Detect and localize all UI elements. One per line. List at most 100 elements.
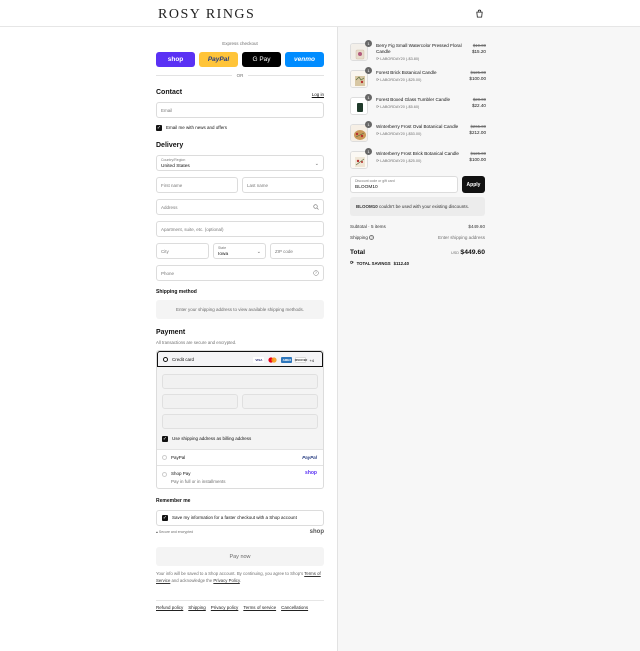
discount-code-text: LABORDAY20 (-$3.80) — [380, 57, 420, 61]
payment-subtitle: All transactions are secure and encrypte… — [156, 340, 237, 345]
credit-card-radio[interactable] — [163, 357, 168, 362]
credit-card-option[interactable]: Credit card VISA AMEX DISCOVER +4 — [157, 351, 323, 367]
payment-methods: Credit card VISA AMEX DISCOVER +4 ✓ Use … — [156, 350, 324, 489]
secure-note: 🔒︎ Secure and encrypted — [156, 530, 193, 534]
lock-icon: 🔒︎ — [156, 530, 158, 534]
express-checkout-label: Express checkout — [222, 41, 258, 46]
subtotal-value: $449.60 — [468, 224, 485, 229]
shipping-value: Enter shipping address — [438, 235, 485, 240]
shop-pay-radio[interactable] — [162, 472, 167, 477]
paypal-radio[interactable] — [162, 455, 167, 460]
help-icon[interactable]: ? — [369, 235, 375, 240]
discount-code-text: LABORDAY20 (-$25.00) — [380, 78, 422, 82]
security-code-field[interactable] — [242, 394, 318, 409]
discount-code-text: LABORDAY20 (-$53.00) — [380, 132, 422, 136]
pay-now-button[interactable]: Pay now — [156, 547, 324, 566]
shipping-row: Shipping ? Enter shipping address — [350, 235, 485, 240]
discount-code-field[interactable]: Discount code or gift card BLOOM10 — [350, 176, 458, 193]
remember-me-box: ✓ Save my information for a faster check… — [156, 510, 324, 526]
country-label: Country/Region — [161, 158, 186, 162]
privacy-link[interactable]: Privacy Policy — [213, 578, 239, 583]
credit-card-label: Credit card — [172, 357, 195, 362]
venmo-button[interactable]: venmo — [285, 52, 324, 67]
zip-field[interactable]: ZIP code — [270, 243, 324, 259]
legal-text-part: and acknowledge the — [171, 577, 213, 583]
country-value: United States — [161, 164, 190, 169]
terms-of-service-link[interactable]: Terms of service — [243, 605, 276, 610]
visa-icon: VISA — [253, 357, 265, 363]
tag-icon: ⟳ — [350, 260, 354, 265]
shop-logo: shop — [309, 529, 324, 535]
city-placeholder: City — [161, 248, 169, 254]
first-name-field[interactable]: First name — [156, 177, 238, 193]
discount-code: ⟳ LABORDAY20 (-$53.00) — [376, 131, 421, 136]
tag-icon: ⟳ — [376, 159, 380, 163]
city-field[interactable]: City — [156, 243, 209, 259]
first-name-placeholder: First name — [161, 182, 183, 188]
help-icon[interactable]: ? — [313, 270, 319, 276]
phone-field[interactable]: Phone ? — [156, 265, 324, 281]
last-name-field[interactable]: Last name — [242, 177, 324, 193]
shop-pay-label: Shop Pay — [171, 471, 191, 476]
subtotal-row: Subtotal · 5 items $449.60 — [350, 224, 485, 229]
cart-item: 1 Winterberry Frost Oval Botanical Candl… — [350, 121, 486, 148]
discounted-price: $22.40 — [471, 103, 486, 108]
shipping-notice: Enter your shipping address to view avai… — [156, 300, 324, 319]
original-price: $125.00 — [470, 151, 486, 156]
apartment-field[interactable]: Apartment, suite, etc. (optional) — [156, 221, 324, 237]
total-savings: ⟳ TOTAL SAVINGS $112.40 — [350, 260, 409, 266]
refund-policy-link[interactable]: Refund policy — [156, 605, 183, 610]
discount-code: ⟳ LABORDAY20 (-$25.00) — [376, 158, 421, 163]
state-select[interactable]: State Iowa ⌄ — [213, 243, 266, 259]
product-name: Forest Boxed Glass Tumbler Candle — [376, 97, 451, 102]
legal-text: Your info will be saved to a Shop accoun… — [156, 571, 324, 584]
expiry-field[interactable] — [162, 394, 238, 409]
shipping-link[interactable]: Shipping — [188, 605, 206, 610]
subtotal-label: Subtotal · 5 items — [350, 224, 386, 229]
product-name: Forest Brick Botanical Candle — [376, 70, 437, 75]
card-brands: VISA AMEX DISCOVER +4 — [253, 357, 314, 363]
shop-pay-logo: shop — [305, 470, 317, 476]
shop-pay-button[interactable]: shop — [156, 52, 195, 67]
zip-placeholder: ZIP code — [275, 248, 293, 254]
cancellations-link[interactable]: Cancellations — [281, 605, 308, 610]
newsletter-label: Email me with news and offers — [166, 125, 227, 130]
address-field[interactable]: Address — [156, 199, 324, 215]
discount-field-value: BLOOM10 — [355, 185, 378, 190]
discounted-price: $15.20 — [471, 49, 486, 54]
login-link[interactable]: Log in — [312, 92, 324, 97]
quantity-badge: 1 — [365, 121, 372, 128]
divider — [156, 600, 324, 601]
brand-logo[interactable]: ROSY RINGS — [158, 7, 255, 23]
save-info-label: Save my information for a faster checkou… — [172, 515, 297, 520]
privacy-policy-link[interactable]: Privacy policy — [211, 605, 239, 610]
billing-same-checkbox[interactable]: ✓ — [162, 436, 168, 442]
discount-error-message: BLOOM10 couldn't be used with your exist… — [350, 197, 485, 216]
shipping-method-heading: Shipping method — [156, 289, 197, 295]
paypal-option[interactable]: PayPal PayPal — [157, 449, 323, 465]
shopping-bag-icon[interactable] — [475, 9, 484, 18]
apartment-placeholder: Apartment, suite, etc. (optional) — [161, 226, 224, 232]
discounted-price: $100.00 — [469, 76, 486, 81]
tag-icon: ⟳ — [376, 57, 380, 61]
quantity-badge: 1 — [365, 94, 372, 101]
discount-code-text: LABORDAY20 (-$5.60) — [380, 105, 420, 109]
name-on-card-field[interactable] — [162, 414, 318, 429]
contact-heading: Contact — [156, 89, 183, 96]
apply-discount-button[interactable]: Apply — [462, 176, 485, 193]
secure-note-text: Secure and encrypted — [158, 530, 194, 534]
footer-links: Refund policy Shipping Privacy policy Te… — [156, 605, 308, 610]
chevron-down-icon: ⌄ — [314, 161, 319, 167]
email-field[interactable]: Email — [156, 102, 324, 118]
paypal-button[interactable]: PayPal — [199, 52, 238, 67]
google-pay-button[interactable]: G Pay — [242, 52, 281, 67]
cart-item: 1 Forest Boxed Glass Tumbler Candle ⟳ LA… — [350, 94, 486, 121]
newsletter-checkbox[interactable]: ✓ — [156, 125, 162, 131]
shop-pay-option[interactable]: Shop Pay Pay in full or in installments … — [157, 465, 323, 488]
discount-code-text: LABORDAY20 (-$25.00) — [380, 159, 422, 163]
discover-icon: DISCOVER — [294, 357, 308, 363]
product-name: Winterberry Frost Oval Botanical Candle — [376, 124, 459, 129]
country-select[interactable]: Country/Region United States ⌄ — [156, 155, 324, 171]
save-info-checkbox[interactable]: ✓ — [162, 515, 168, 521]
card-number-field[interactable] — [162, 374, 318, 389]
